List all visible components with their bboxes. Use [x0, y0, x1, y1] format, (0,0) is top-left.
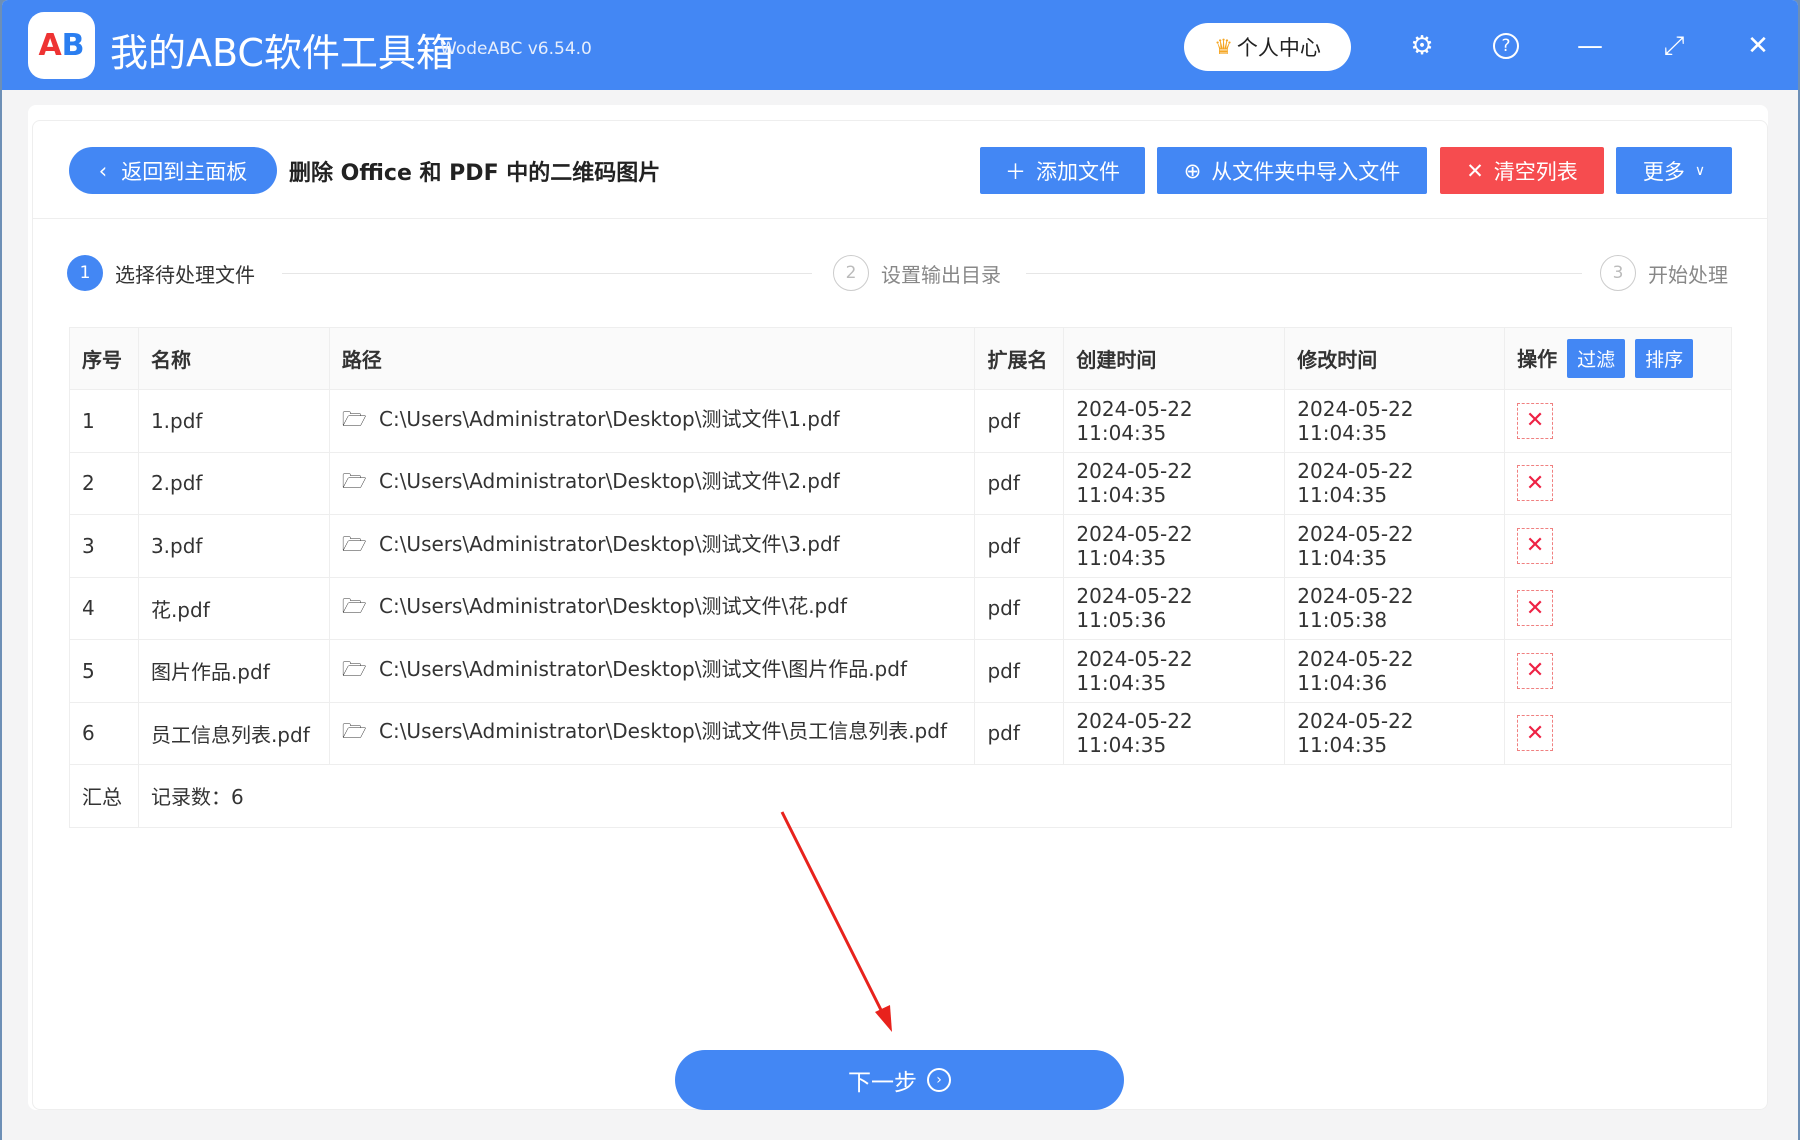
- next-step-button[interactable]: 下一步 ›: [675, 1050, 1124, 1110]
- arrow-right-circle-icon: ›: [927, 1068, 951, 1092]
- annotation-arrow: [780, 811, 892, 1032]
- next-label: 下一步: [848, 1070, 917, 1096]
